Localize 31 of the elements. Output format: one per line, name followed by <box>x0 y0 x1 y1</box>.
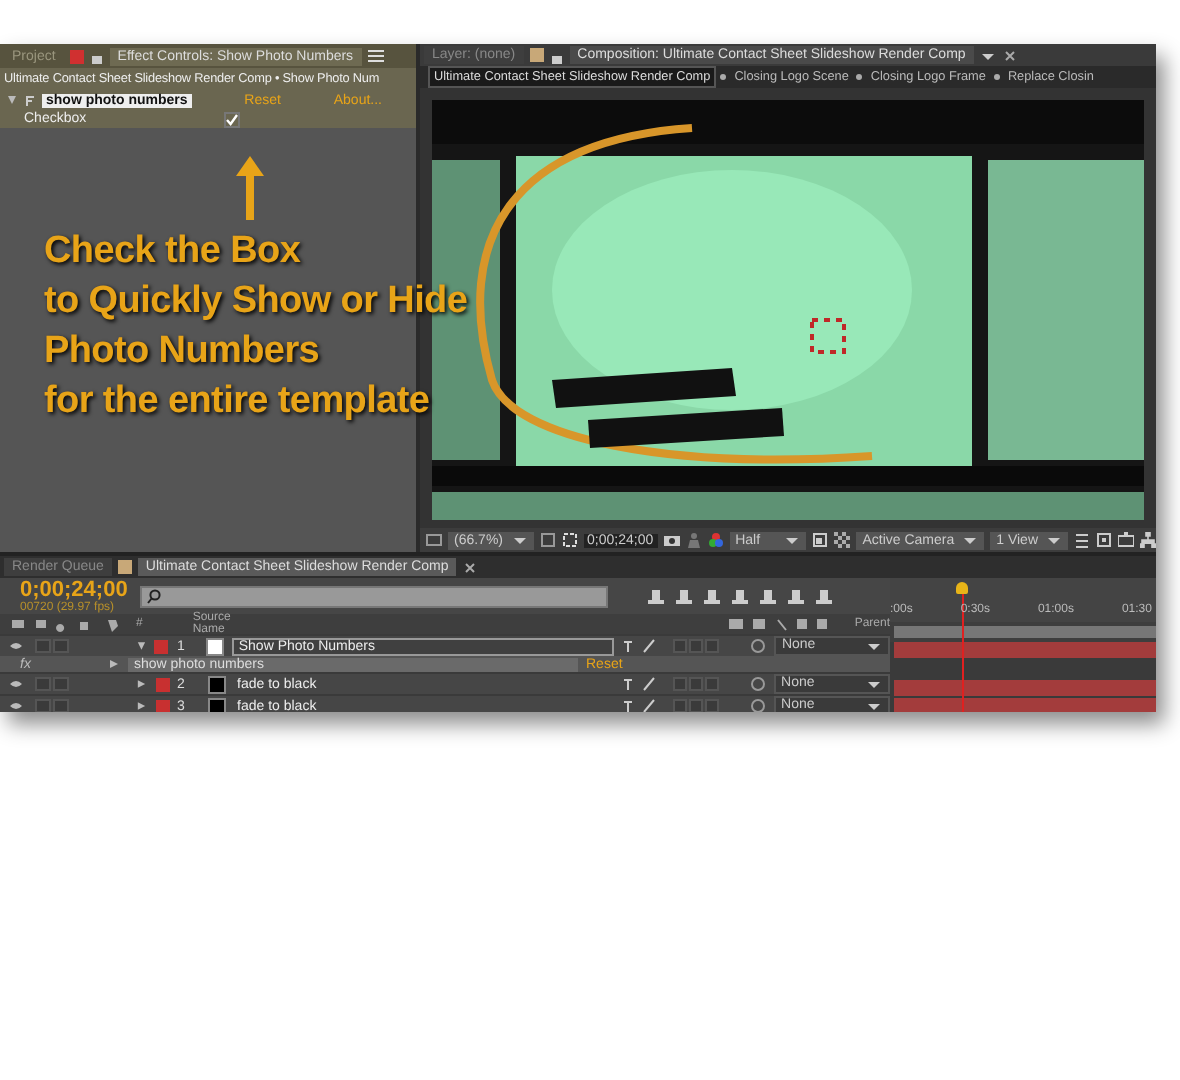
annotation-text: for the entire template <box>44 380 432 424</box>
transparency-grid-icon[interactable] <box>834 532 851 549</box>
playhead-line[interactable] <box>961 594 964 712</box>
work-area-bar[interactable] <box>894 625 1156 638</box>
disclosure-triangle-icon[interactable] <box>6 94 18 106</box>
color-label-icon <box>529 48 544 63</box>
separator-dot-icon <box>720 74 727 81</box>
search-field[interactable] <box>139 585 608 607</box>
annotation-text: to Quickly Show or Hide <box>44 280 468 324</box>
search-icon <box>145 588 162 604</box>
up-arrow-icon <box>234 156 266 220</box>
disclosure-triangle-icon[interactable] <box>108 658 120 670</box>
caret-icon <box>1046 532 1062 549</box>
flowchart-icon[interactable] <box>1140 532 1156 549</box>
safe-margins-icon[interactable] <box>561 532 578 549</box>
separator-dot-icon <box>856 74 863 81</box>
annotation-text: Check the Box <box>44 230 303 274</box>
annotation-text: Photo Numbers <box>44 330 322 374</box>
current-time[interactable]: 0;00;24;00 <box>20 578 128 602</box>
camera-icon[interactable] <box>663 532 680 549</box>
color-channels-icon[interactable] <box>707 532 724 549</box>
separator-dot-icon <box>993 74 1000 81</box>
color-label-icon[interactable] <box>154 639 169 653</box>
color-label-icon <box>117 560 132 574</box>
region-icon[interactable] <box>812 532 829 549</box>
disclosure-triangle-icon[interactable] <box>136 700 147 712</box>
fx-icon <box>24 94 36 106</box>
disclosure-triangle-icon[interactable] <box>135 640 148 652</box>
menu-icon[interactable] <box>367 50 384 62</box>
checkbox[interactable] <box>224 111 240 127</box>
disclosure-triangle-icon[interactable] <box>136 678 147 690</box>
